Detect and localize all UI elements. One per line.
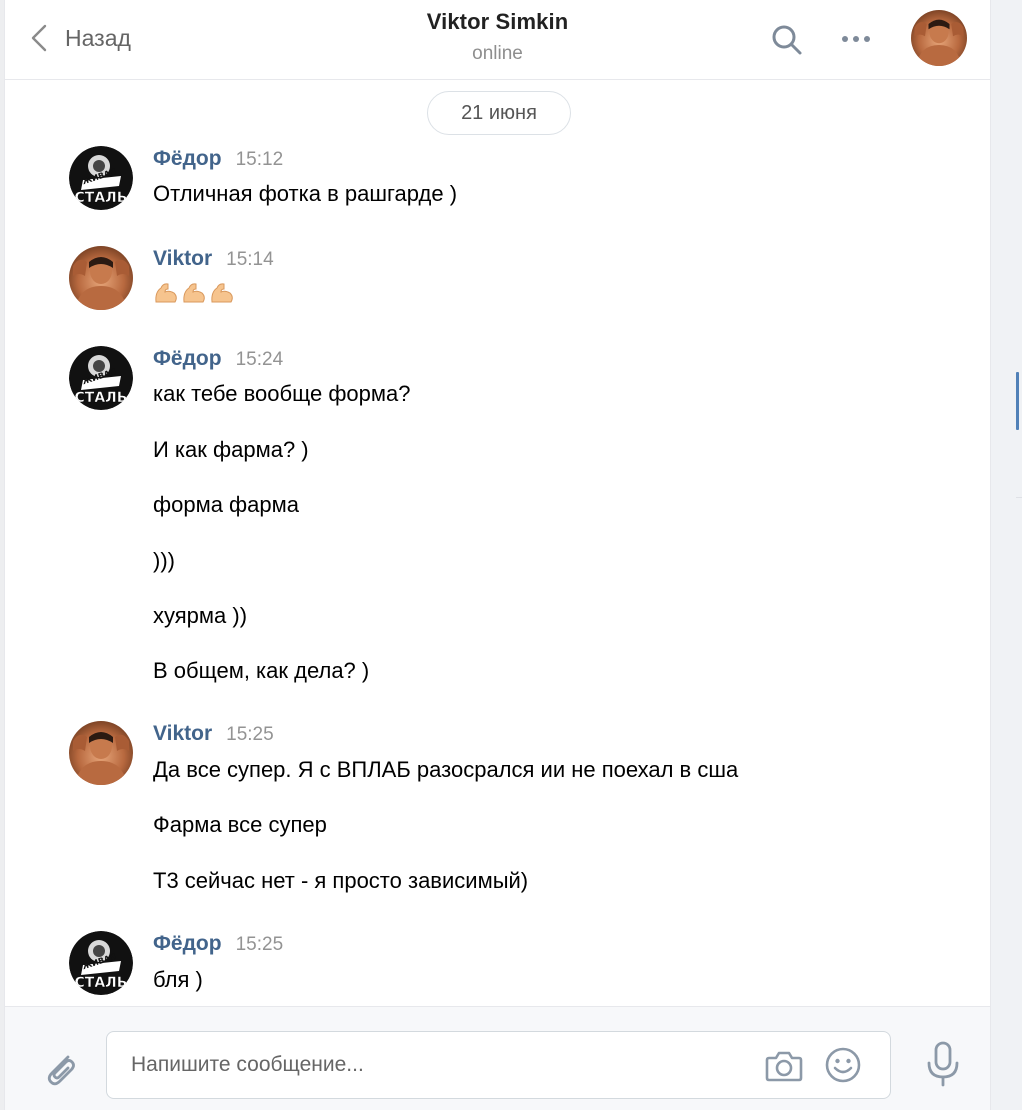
message-text: Т3 сейчас нет - я просто зависимый) (153, 868, 529, 893)
avatar-logo-bottom: СТАЛЬ (75, 390, 128, 406)
flexed-biceps-icon (183, 283, 205, 303)
avatar[interactable]: ЖИВАЯ СТАЛЬ (69, 146, 133, 210)
message-time[interactable]: 15:14 (226, 249, 274, 271)
message-time[interactable]: 15:12 (236, 149, 284, 171)
right-side-strip (991, 0, 1022, 1110)
emoji-row (153, 280, 235, 306)
microphone-icon[interactable] (921, 1039, 965, 1091)
avatar-logo-bottom: СТАЛЬ (75, 190, 128, 206)
flexed-biceps-icon (211, 283, 233, 303)
date-separator: 21 июня (427, 91, 571, 135)
flexed-biceps-icon (155, 283, 177, 303)
message-time[interactable]: 15:25 (226, 724, 274, 746)
avatar[interactable] (69, 246, 133, 310)
chat-header: Назад Viktor Simkin online (5, 0, 990, 80)
message-text: форма фарма (153, 492, 299, 517)
message-header: Фёдор 15:25 (153, 932, 283, 956)
message-input[interactable] (131, 1032, 751, 1098)
message-header: Фёдор 15:12 (153, 147, 283, 171)
author-name[interactable]: Viktor (153, 247, 212, 271)
avatar[interactable]: ЖИВАЯ СТАЛЬ (69, 931, 133, 995)
strip-divider (1016, 497, 1022, 498)
author-name[interactable]: Фёдор (153, 347, 222, 371)
smile-icon[interactable] (823, 1045, 863, 1085)
message-input-box (106, 1031, 891, 1099)
avatar-logo-bottom: СТАЛЬ (75, 975, 128, 991)
avatar[interactable] (69, 721, 133, 785)
message-text: как тебе вообще форма? (153, 381, 411, 406)
message-header: Viktor 15:25 (153, 722, 274, 746)
message-text: В общем, как дела? ) (153, 658, 370, 683)
message-header: Viktor 15:14 (153, 247, 274, 271)
paperclip-icon[interactable] (38, 1047, 82, 1091)
message-text: И как фарма? ) (153, 437, 309, 462)
message-text: Фарма все супер (153, 812, 327, 837)
author-name[interactable]: Фёдор (153, 147, 222, 171)
message-time[interactable]: 15:24 (236, 349, 284, 371)
author-name[interactable]: Фёдор (153, 932, 222, 956)
message-composer (5, 1006, 990, 1110)
message-text: хуярма )) (153, 603, 248, 628)
camera-icon[interactable] (763, 1046, 805, 1086)
message-text: Да все супер. Я с ВПЛАБ разосрался ии не… (153, 757, 739, 782)
search-icon[interactable] (769, 22, 805, 58)
avatar[interactable]: ЖИВАЯ СТАЛЬ (69, 346, 133, 410)
header-avatar[interactable] (911, 10, 967, 66)
message-time[interactable]: 15:25 (236, 934, 284, 956)
scrollbar-thumb[interactable] (1016, 372, 1019, 430)
message-text: ))) (153, 548, 175, 573)
author-name[interactable]: Viktor (153, 722, 212, 746)
message-header: Фёдор 15:24 (153, 347, 283, 371)
message-text: Отличная фотка в рашгарде ) (153, 181, 458, 206)
more-icon[interactable] (836, 24, 876, 54)
chat-panel: Назад Viktor Simkin online 21 июня ЖИВАЯ… (4, 0, 991, 1110)
message-text: бля ) (153, 967, 203, 992)
